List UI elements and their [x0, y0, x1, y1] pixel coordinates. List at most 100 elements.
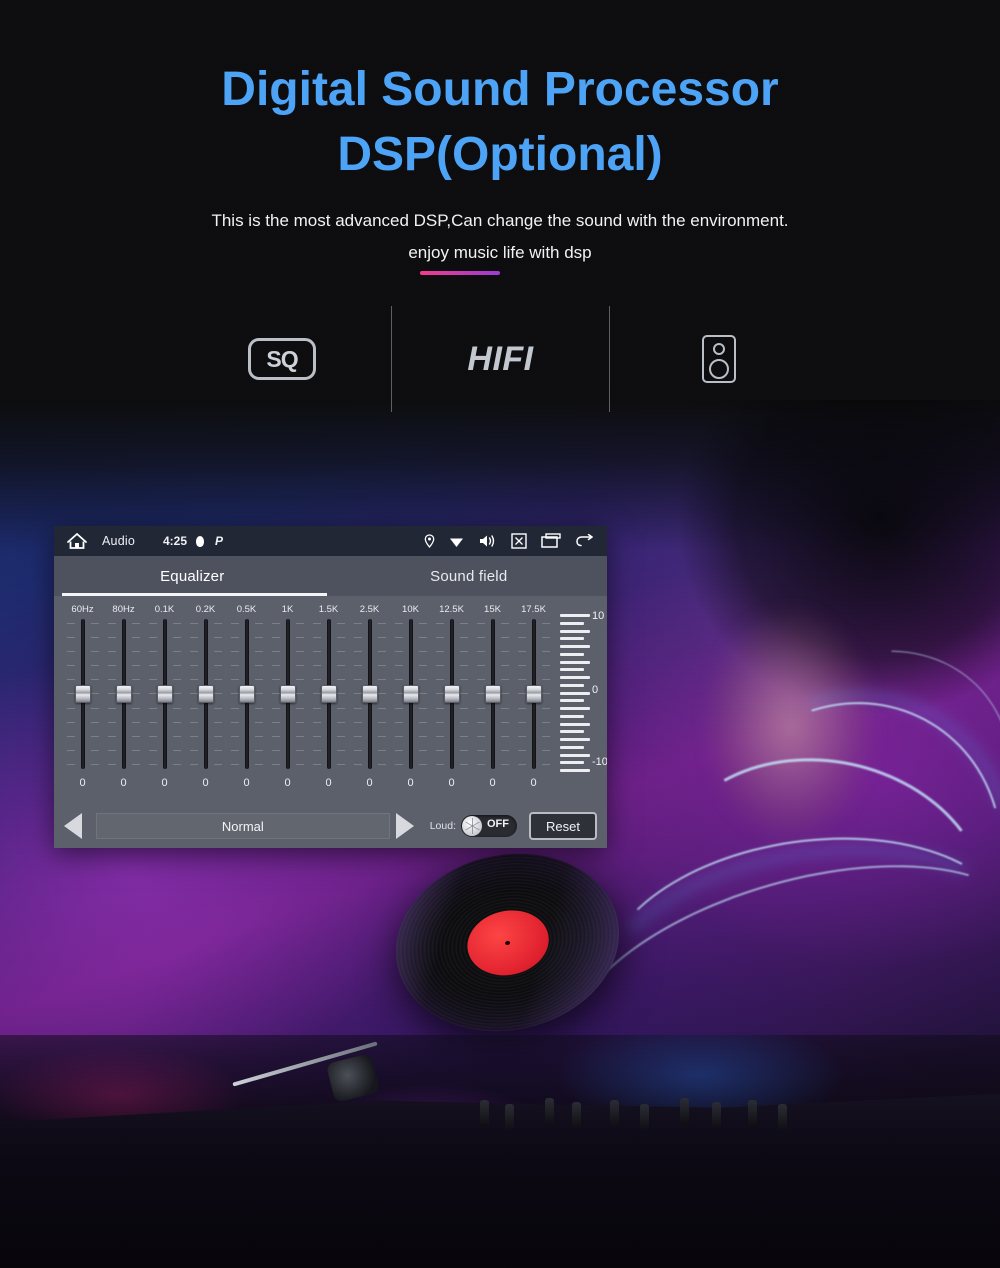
band-frequency-label: 17.5K — [521, 604, 546, 615]
gain-scale-tick — [560, 629, 590, 633]
band-slider[interactable] — [105, 619, 143, 769]
speaker-icon — [701, 335, 736, 383]
home-icon[interactable] — [66, 532, 88, 550]
band-slider[interactable] — [310, 619, 348, 769]
slider-thumb[interactable] — [402, 685, 419, 703]
recent-apps-icon[interactable] — [541, 533, 561, 549]
gain-scale-tick — [560, 645, 590, 648]
tab-sound-field[interactable]: Sound field — [331, 556, 608, 596]
location-pin-icon[interactable] — [424, 534, 435, 548]
slider-thumb[interactable] — [361, 685, 378, 703]
slider-thumb[interactable] — [74, 685, 91, 703]
equalizer-band: 0.2K 0 — [185, 604, 226, 789]
mixer-knob — [505, 1104, 514, 1130]
equalizer-band-list: 60Hz 0 80Hz 0 0.1K 0 0.2K 0 0.5K 0 1K 0 1.5K 0 2.5K 0 10… — [62, 604, 554, 789]
band-value-label: 0 — [79, 777, 86, 789]
mixer-knob — [572, 1102, 581, 1128]
hifi-icon: HIFI — [467, 339, 534, 378]
equalizer-sliders-area: 60Hz 0 80Hz 0 0.1K 0 0.2K 0 0.5K 0 1K 0 1.5K 0 2.5K 0 10… — [62, 604, 607, 804]
back-arrow-icon[interactable] — [575, 534, 595, 548]
band-frequency-label: 1K — [281, 604, 294, 615]
parking-indicator: P — [215, 534, 224, 548]
prev-preset-button[interactable] — [64, 813, 90, 839]
band-slider[interactable] — [392, 619, 430, 769]
promo-header: Digital Sound Processor DSP(Optional) Th… — [0, 0, 1000, 276]
band-slider[interactable] — [474, 619, 512, 769]
band-slider[interactable] — [187, 619, 225, 769]
band-frequency-label: 0.5K — [236, 604, 257, 615]
band-value-label: 0 — [407, 777, 414, 789]
wifi-icon[interactable] — [449, 535, 464, 548]
slider-thumb[interactable] — [238, 685, 255, 703]
band-slider[interactable] — [64, 619, 102, 769]
band-value-label: 0 — [202, 777, 209, 789]
badge-sq: SQ — [173, 306, 391, 412]
gain-scale-tick — [560, 753, 590, 757]
status-bar-right — [410, 533, 595, 549]
band-frequency-label: 10K — [402, 604, 419, 615]
slider-thumb[interactable] — [279, 685, 296, 703]
gain-scale-tick — [560, 691, 590, 695]
page-title-line1: Digital Sound Processor — [221, 63, 779, 116]
band-frequency-label: 80Hz — [112, 604, 135, 615]
slider-thumb[interactable] — [197, 685, 214, 703]
equalizer-band: 10K 0 — [390, 604, 431, 789]
reset-button[interactable]: Reset — [529, 812, 597, 840]
loudness-label: Loud: — [429, 820, 456, 832]
equalizer-band: 1.5K 0 — [308, 604, 349, 789]
band-slider[interactable] — [228, 619, 266, 769]
band-frequency-label: 2.5K — [359, 604, 380, 615]
slider-thumb[interactable] — [443, 685, 460, 703]
band-slider[interactable] — [433, 619, 471, 769]
sq-icon: SQ — [248, 338, 316, 380]
slider-thumb[interactable] — [156, 685, 173, 703]
mixer-knob — [680, 1098, 689, 1124]
mixer-knob — [480, 1100, 489, 1126]
gain-scale-tick — [560, 730, 584, 734]
gain-scale-tick — [560, 722, 590, 726]
band-slider[interactable] — [351, 619, 389, 769]
loudness-toggle[interactable]: OFF — [461, 815, 517, 837]
status-bar-left: Audio 4:25 P — [66, 532, 223, 550]
mixer-knob — [640, 1104, 649, 1130]
band-value-label: 0 — [366, 777, 373, 789]
band-slider[interactable] — [515, 619, 553, 769]
close-box-icon[interactable] — [511, 533, 527, 549]
gain-scale: 10 0 -10 — [556, 604, 607, 786]
gain-scale-tick — [560, 614, 590, 617]
vinyl-center-hole — [504, 940, 511, 945]
gain-scale-tick — [560, 699, 584, 703]
slider-thumb[interactable] — [525, 685, 542, 703]
equalizer-band: 12.5K 0 — [431, 604, 472, 789]
slider-thumb[interactable] — [484, 685, 501, 703]
gain-scale-tick — [560, 714, 584, 718]
gain-scale-tick — [560, 668, 584, 672]
equalizer-band: 15K 0 — [472, 604, 513, 789]
gain-scale-tick — [560, 652, 584, 656]
preset-field[interactable]: Normal — [96, 813, 390, 839]
gain-scale-tick — [560, 769, 590, 772]
slider-thumb[interactable] — [320, 685, 337, 703]
mixer-knob — [778, 1104, 787, 1130]
mixer-knob — [610, 1100, 619, 1126]
equalizer-band: 80Hz 0 — [103, 604, 144, 789]
badge-speaker — [609, 306, 827, 412]
band-slider[interactable] — [269, 619, 307, 769]
equalizer-band: 1K 0 — [267, 604, 308, 789]
dsp-equalizer-device: Audio 4:25 P Equalizer Sound field 60Hz … — [54, 526, 607, 848]
next-preset-button[interactable] — [395, 813, 422, 839]
background-mixer-deck — [0, 1093, 1000, 1268]
band-slider[interactable] — [146, 619, 184, 769]
band-frequency-label: 0.2K — [195, 604, 216, 615]
slider-thumb[interactable] — [115, 685, 132, 703]
band-value-label: 0 — [489, 777, 496, 789]
band-value-label: 0 — [243, 777, 250, 789]
tab-equalizer[interactable]: Equalizer — [54, 556, 331, 596]
band-value-label: 0 — [284, 777, 291, 789]
device-tab-bar: Equalizer Sound field — [54, 556, 607, 596]
volume-icon[interactable] — [478, 533, 497, 549]
equalizer-panel: 60Hz 0 80Hz 0 0.1K 0 0.2K 0 0.5K 0 1K 0 1.5K 0 2.5K 0 10… — [54, 596, 607, 848]
band-frequency-label: 12.5K — [439, 604, 464, 615]
promo-subtitle: This is the most advanced DSP,Can change… — [0, 205, 1000, 276]
subtitle-accent-underline — [420, 271, 500, 276]
